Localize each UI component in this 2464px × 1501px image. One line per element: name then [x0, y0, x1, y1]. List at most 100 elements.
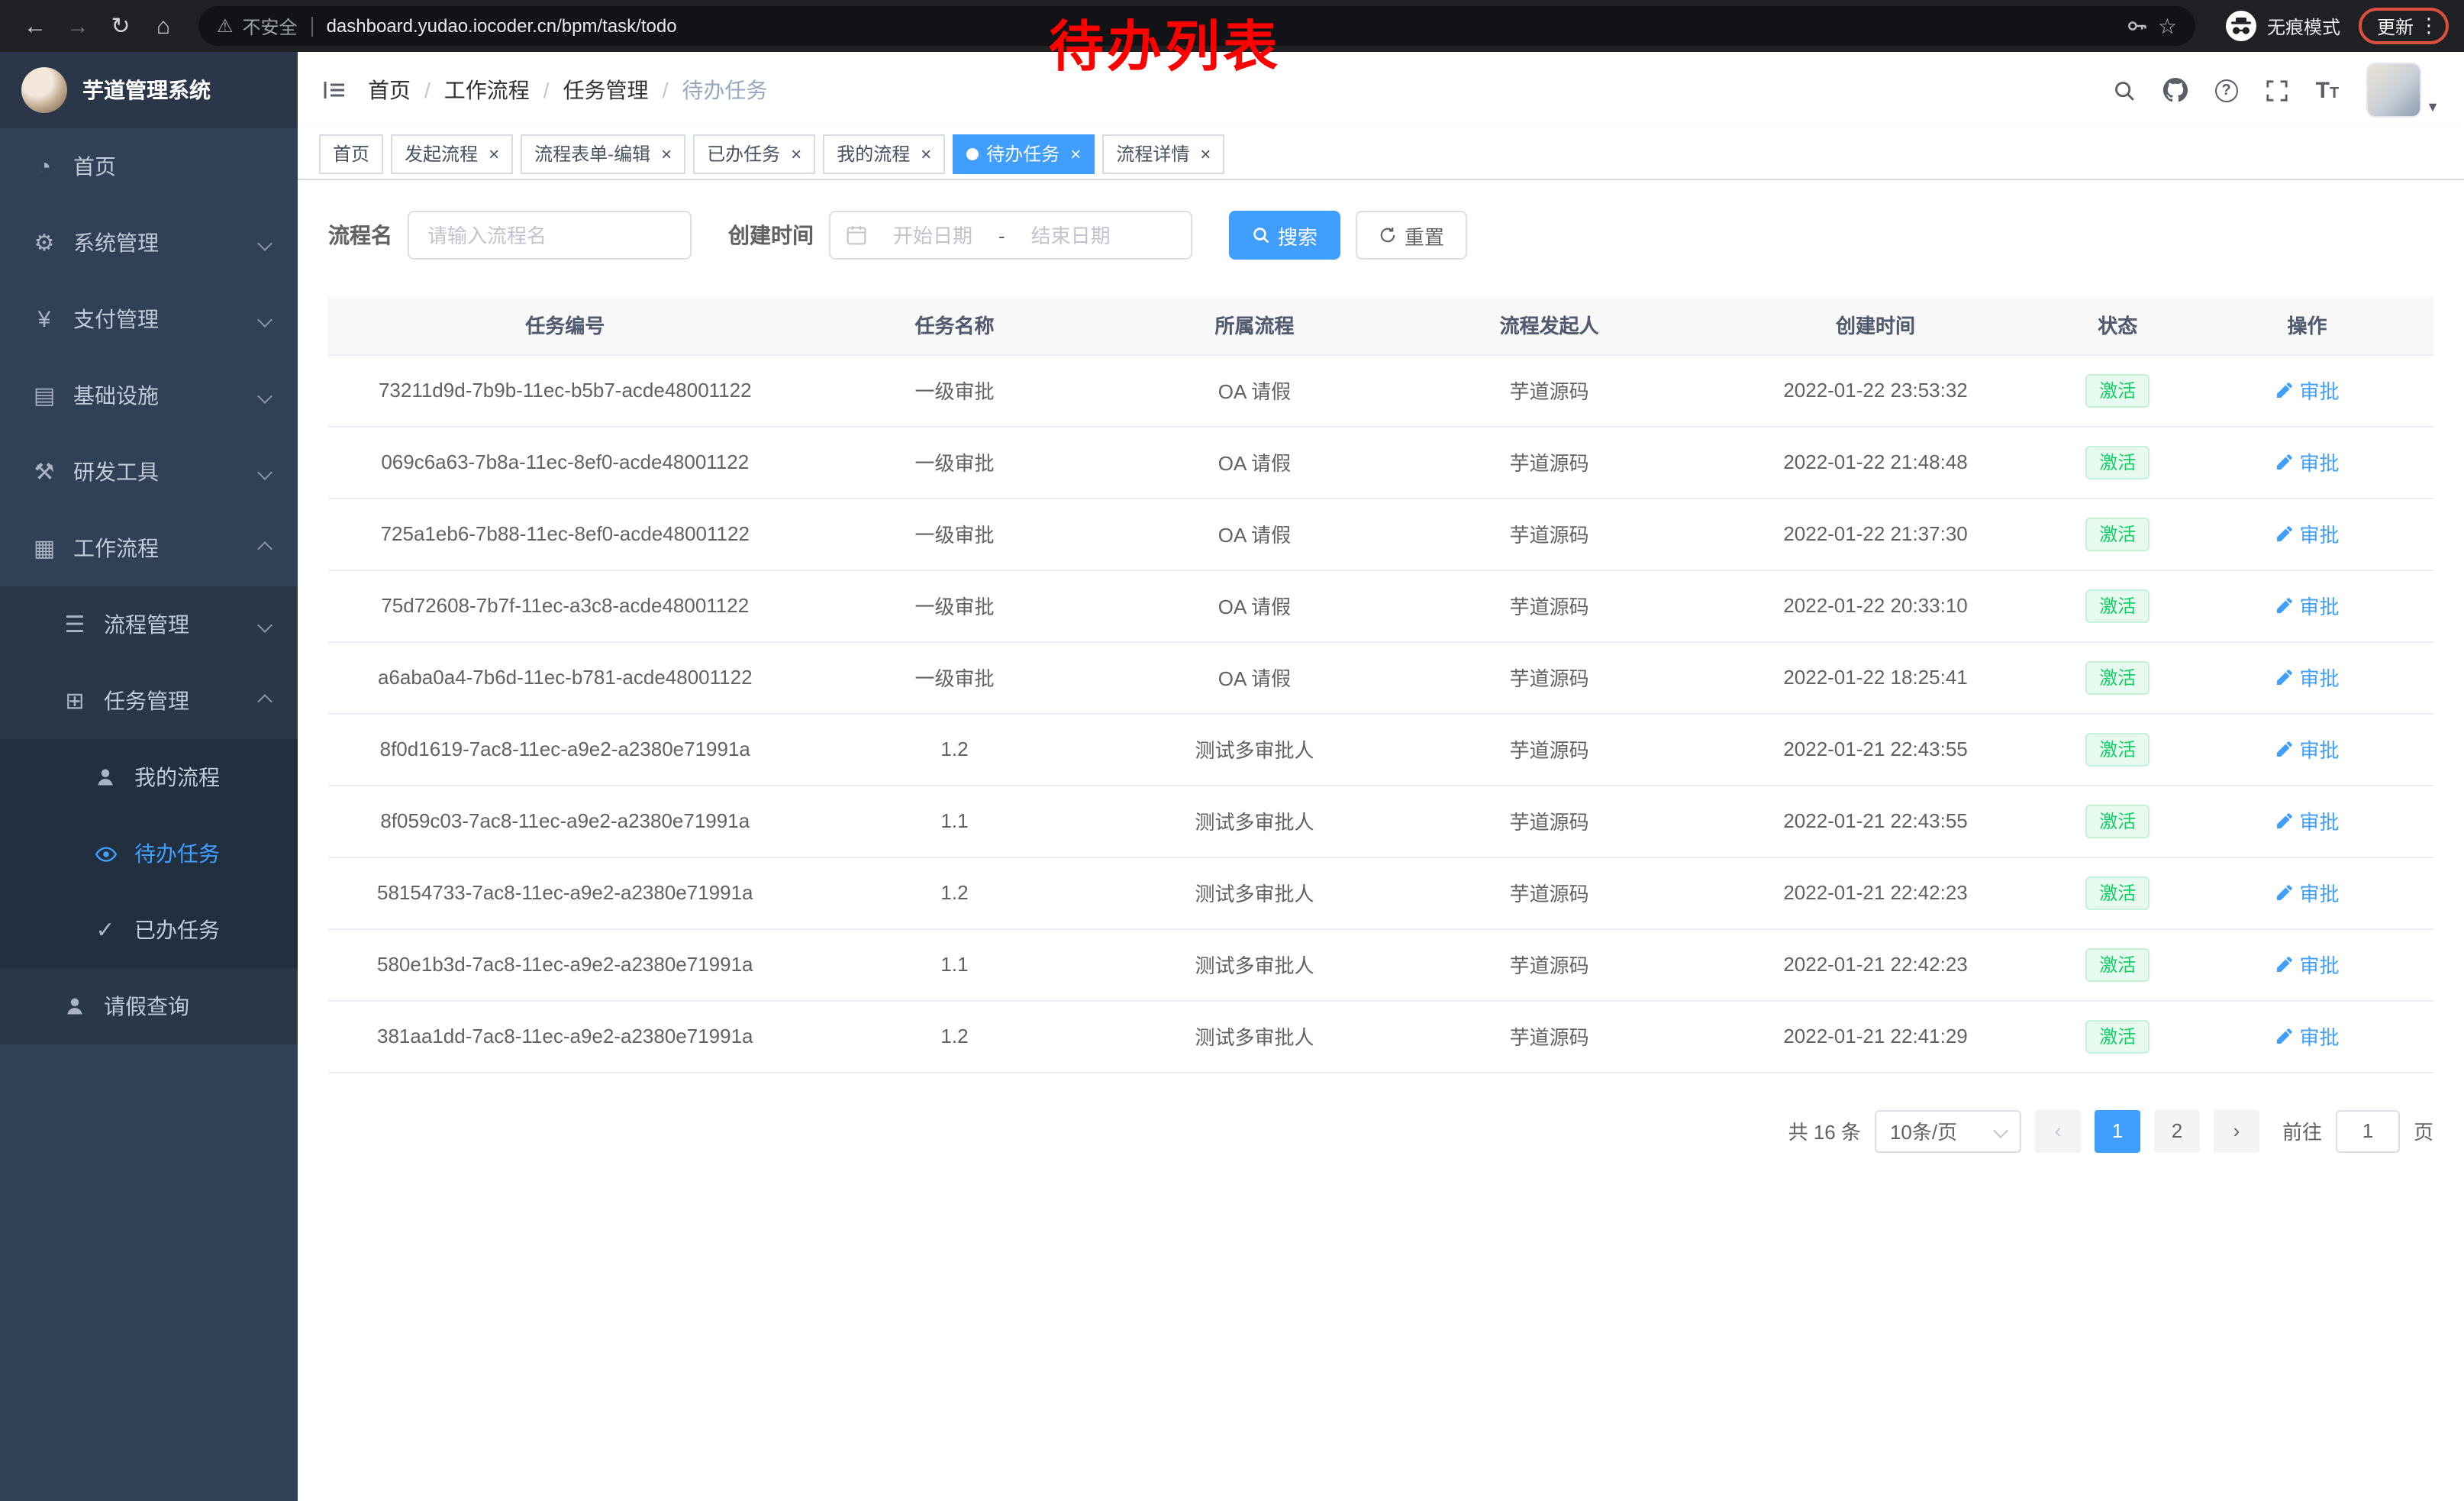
table-row: 73211d9d-7b9b-11ec-b5b7-acde48001122一级审批… — [328, 354, 2433, 426]
tab-label: 待办任务 — [986, 140, 1059, 166]
cell-task-name: 1.1 — [802, 785, 1108, 857]
approve-link[interactable]: 审批 — [2275, 376, 2339, 405]
tab-5[interactable]: 待办任务 × — [953, 134, 1095, 173]
sidebar-item-process-management[interactable]: ☰ 流程管理 — [0, 586, 298, 663]
cell-task-name: 1.2 — [802, 857, 1108, 928]
page-button-2[interactable]: 2 — [2154, 1109, 2200, 1152]
font-size-icon[interactable]: TT — [2316, 79, 2340, 102]
column-header: 创建时间 — [1697, 296, 2055, 354]
tab-close-icon[interactable]: × — [921, 143, 931, 164]
breadcrumb-item[interactable]: 工作流程 — [444, 75, 530, 105]
approve-link[interactable]: 审批 — [2275, 878, 2339, 907]
approve-link[interactable]: 审批 — [2275, 1022, 2339, 1051]
browser-home-icon[interactable]: ⌂ — [144, 6, 183, 46]
cell-action: 审批 — [2181, 498, 2433, 570]
sidebar-item-infrastructure[interactable]: ▤ 基础设施 — [0, 357, 298, 434]
table-row: 381aa1dd-7ac8-11ec-a9e2-a2380e71991a1.2测… — [328, 1000, 2433, 1072]
column-header: 流程发起人 — [1402, 296, 1697, 354]
cell-task-name: 一级审批 — [802, 354, 1108, 426]
breadcrumb-item[interactable]: 任务管理 — [563, 75, 649, 105]
table-row: a6aba0a4-7b6d-11ec-b781-acde48001122一级审批… — [328, 641, 2433, 713]
sidebar-collapse-icon[interactable] — [322, 78, 347, 102]
sidebar-item-home[interactable]: ◔ 首页 — [0, 128, 298, 205]
cell-task-id: 8f0d1619-7ac8-11ec-a9e2-a2380e71991a — [328, 713, 802, 785]
tab-close-icon[interactable]: × — [661, 143, 672, 164]
breadcrumb-item[interactable]: 首页 — [368, 75, 411, 105]
tab-1[interactable]: 发起流程× — [391, 134, 513, 173]
cell-process: 测试多审批人 — [1107, 1000, 1401, 1072]
cell-status: 激活 — [2054, 570, 2180, 641]
browser-reload-icon[interactable]: ↻ — [101, 6, 140, 46]
github-icon[interactable] — [2163, 78, 2188, 102]
approve-link[interactable]: 审批 — [2275, 519, 2339, 548]
user-avatar[interactable] — [2366, 63, 2421, 118]
chevron-down-icon — [257, 464, 273, 479]
tab-2[interactable]: 流程表单-编辑× — [521, 134, 685, 173]
sidebar-item-payment[interactable]: ¥ 支付管理 — [0, 281, 298, 357]
browser-update-button[interactable]: 更新 ⋮ — [2359, 8, 2449, 44]
app-logo[interactable]: 芋道管理系统 — [0, 52, 298, 128]
range-separator: - — [998, 224, 1005, 247]
approve-link[interactable]: 审批 — [2275, 591, 2339, 620]
search-icon[interactable] — [2113, 79, 2136, 102]
tab-close-icon[interactable]: × — [1070, 143, 1081, 164]
approve-link-label: 审批 — [2299, 591, 2339, 620]
reset-button[interactable]: 重置 — [1356, 211, 1467, 260]
tab-close-icon[interactable]: × — [791, 143, 801, 164]
tab-6[interactable]: 流程详情× — [1102, 134, 1224, 173]
tab-label: 首页 — [333, 140, 369, 166]
password-key-icon[interactable] — [2127, 15, 2149, 37]
help-icon[interactable]: ? — [2215, 79, 2238, 102]
approve-link[interactable]: 审批 — [2275, 447, 2339, 476]
next-page-button[interactable]: › — [2214, 1109, 2259, 1152]
cell-initiator: 芋道源码 — [1402, 857, 1697, 928]
breadcrumb-separator: / — [663, 78, 669, 102]
cell-created-time: 2022-01-21 22:43:55 — [1697, 785, 2055, 857]
start-date-input[interactable] — [876, 224, 989, 247]
approve-link-label: 审批 — [2299, 950, 2339, 979]
user-menu[interactable]: ▼ — [2366, 63, 2440, 118]
process-name-input[interactable] — [408, 211, 692, 260]
sidebar-item-done-task[interactable]: ✓ 已办任务 — [0, 892, 298, 968]
approve-link[interactable]: 审批 — [2275, 663, 2339, 692]
cell-process: 测试多审批人 — [1107, 785, 1401, 857]
sidebar-item-my-process[interactable]: 我的流程 — [0, 739, 298, 815]
sidebar-item-devtools[interactable]: ⚒ 研发工具 — [0, 434, 298, 510]
prev-page-button[interactable]: ‹ — [2035, 1109, 2081, 1152]
browser-forward-icon[interactable]: → — [58, 6, 98, 46]
approve-link[interactable]: 审批 — [2275, 734, 2339, 763]
date-range-picker[interactable]: - — [829, 211, 1192, 260]
menu-label: 首页 — [73, 151, 116, 182]
page-url[interactable]: dashboard.yudao.iocoder.cn/bpm/task/todo — [327, 15, 677, 37]
end-date-input[interactable] — [1014, 224, 1127, 247]
approve-link[interactable]: 审批 — [2275, 806, 2339, 835]
cell-task-name: 1.2 — [802, 713, 1108, 785]
cell-status: 激活 — [2054, 1000, 2180, 1072]
infrastructure-icon: ▤ — [31, 382, 58, 409]
page-size-select[interactable]: 10条/页 — [1875, 1109, 2021, 1152]
sidebar-item-todo-task[interactable]: 待办任务 — [0, 815, 298, 892]
cell-process: 测试多审批人 — [1107, 928, 1401, 1000]
tab-close-icon[interactable]: × — [1200, 143, 1211, 164]
sidebar-item-workflow[interactable]: ▦ 工作流程 — [0, 510, 298, 586]
tab-3[interactable]: 已办任务× — [693, 134, 815, 173]
search-button[interactable]: 搜索 — [1229, 211, 1340, 260]
page-button-1[interactable]: 1 — [2095, 1109, 2140, 1152]
fullscreen-icon[interactable] — [2266, 79, 2288, 102]
cell-status: 激活 — [2054, 641, 2180, 713]
goto-page-input[interactable] — [2336, 1109, 2400, 1152]
sidebar-item-leave-query[interactable]: 请假查询 — [0, 968, 298, 1044]
caret-down-icon: ▼ — [2426, 99, 2440, 115]
menu-label: 流程管理 — [104, 609, 189, 640]
sidebar-item-system[interactable]: ⚙ 系统管理 — [0, 205, 298, 281]
tab-4[interactable]: 我的流程× — [823, 134, 945, 173]
bookmark-star-icon[interactable]: ☆ — [2158, 13, 2177, 39]
sidebar-item-task-management[interactable]: ⊞ 任务管理 — [0, 663, 298, 739]
cell-task-name: 一级审批 — [802, 641, 1108, 713]
approve-link[interactable]: 审批 — [2275, 950, 2339, 979]
tab-0[interactable]: 首页 — [319, 134, 383, 173]
security-label[interactable]: 不安全 — [243, 13, 298, 39]
tab-close-icon[interactable]: × — [489, 143, 499, 164]
browser-menu-kebab-icon[interactable]: ⋮ — [2417, 14, 2441, 38]
browser-back-icon[interactable]: ← — [15, 6, 55, 46]
